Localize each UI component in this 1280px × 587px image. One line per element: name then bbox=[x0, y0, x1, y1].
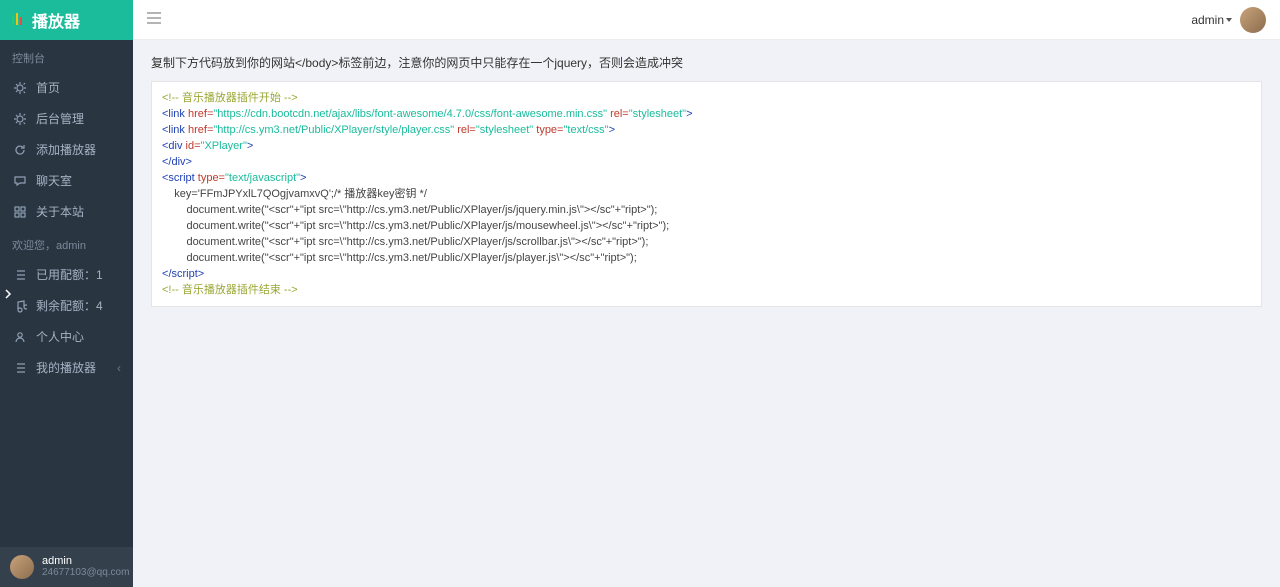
sidebar-item-label: 我的播放器 bbox=[36, 359, 96, 376]
brand-title: 播放器 bbox=[32, 8, 80, 32]
code-box: <!-- 音乐播放器插件开始 --> <link href="https://c… bbox=[151, 81, 1262, 307]
sidebar-item[interactable]: 已用配额：1 bbox=[0, 259, 133, 290]
sidebar-item-label: 后台管理 bbox=[36, 110, 84, 127]
header: admin bbox=[133, 0, 1280, 40]
hint-text: 复制下方代码放到你的网站</body>标签前边，注意你的网页中只能存在一个jqu… bbox=[151, 54, 1262, 71]
toggle-sidebar-button[interactable] bbox=[147, 12, 161, 27]
sidebar-item[interactable]: 添加播放器 bbox=[0, 134, 133, 165]
list-icon bbox=[13, 361, 27, 375]
bars-icon bbox=[12, 13, 26, 27]
admin-label: admin bbox=[1191, 13, 1224, 27]
gear-icon bbox=[13, 112, 27, 126]
chevron-down-icon bbox=[1226, 18, 1232, 22]
sidebar-item[interactable]: 个人中心 bbox=[0, 321, 133, 352]
sidebar-item-label: 关于本站 bbox=[36, 203, 84, 220]
avatar bbox=[10, 555, 34, 579]
avatar bbox=[1240, 7, 1266, 33]
menu-icon bbox=[147, 12, 161, 24]
chat-icon bbox=[13, 174, 27, 188]
admin-menu[interactable]: admin bbox=[1191, 7, 1266, 33]
user-icon bbox=[13, 330, 27, 344]
sidebar-item[interactable]: 后台管理 bbox=[0, 103, 133, 134]
grid-icon bbox=[13, 205, 27, 219]
sidebar-item[interactable]: 剩余配额：4 bbox=[0, 290, 133, 321]
sidebar: 播放器 控制台 首页后台管理添加播放器聊天室关于本站 欢迎您，admin 已用配… bbox=[0, 0, 133, 587]
sidebar-item[interactable]: 关于本站 bbox=[0, 196, 133, 227]
expand-tab[interactable] bbox=[0, 276, 16, 312]
sidebar-item-label: 个人中心 bbox=[36, 328, 84, 345]
user-email: 24677103@qq.com bbox=[42, 567, 129, 579]
sidebar-item-label: 添加播放器 bbox=[36, 141, 96, 158]
sidebar-item-label: 已用配额：1 bbox=[36, 266, 103, 283]
sidebar-item-label: 首页 bbox=[36, 79, 60, 96]
chevron-right-icon bbox=[4, 289, 12, 299]
refresh-icon bbox=[13, 143, 27, 157]
sidebar-section-console: 控制台 bbox=[0, 40, 133, 72]
gear-icon bbox=[13, 81, 27, 95]
chevron-left-icon: ‹ bbox=[117, 361, 121, 375]
main-content: 复制下方代码放到你的网站</body>标签前边，注意你的网页中只能存在一个jqu… bbox=[133, 40, 1280, 587]
sidebar-item[interactable]: 聊天室 bbox=[0, 165, 133, 196]
user-name: admin bbox=[42, 555, 129, 567]
sidebar-item-label: 聊天室 bbox=[36, 172, 72, 189]
sidebar-item[interactable]: 首页 bbox=[0, 72, 133, 103]
brand[interactable]: 播放器 bbox=[0, 0, 133, 40]
sidebar-item-label: 剩余配额：4 bbox=[36, 297, 103, 314]
sidebar-user-box[interactable]: admin 24677103@qq.com bbox=[0, 547, 133, 587]
sidebar-section-welcome: 欢迎您，admin bbox=[0, 227, 133, 259]
sidebar-item[interactable]: 我的播放器 ‹ bbox=[0, 352, 133, 383]
